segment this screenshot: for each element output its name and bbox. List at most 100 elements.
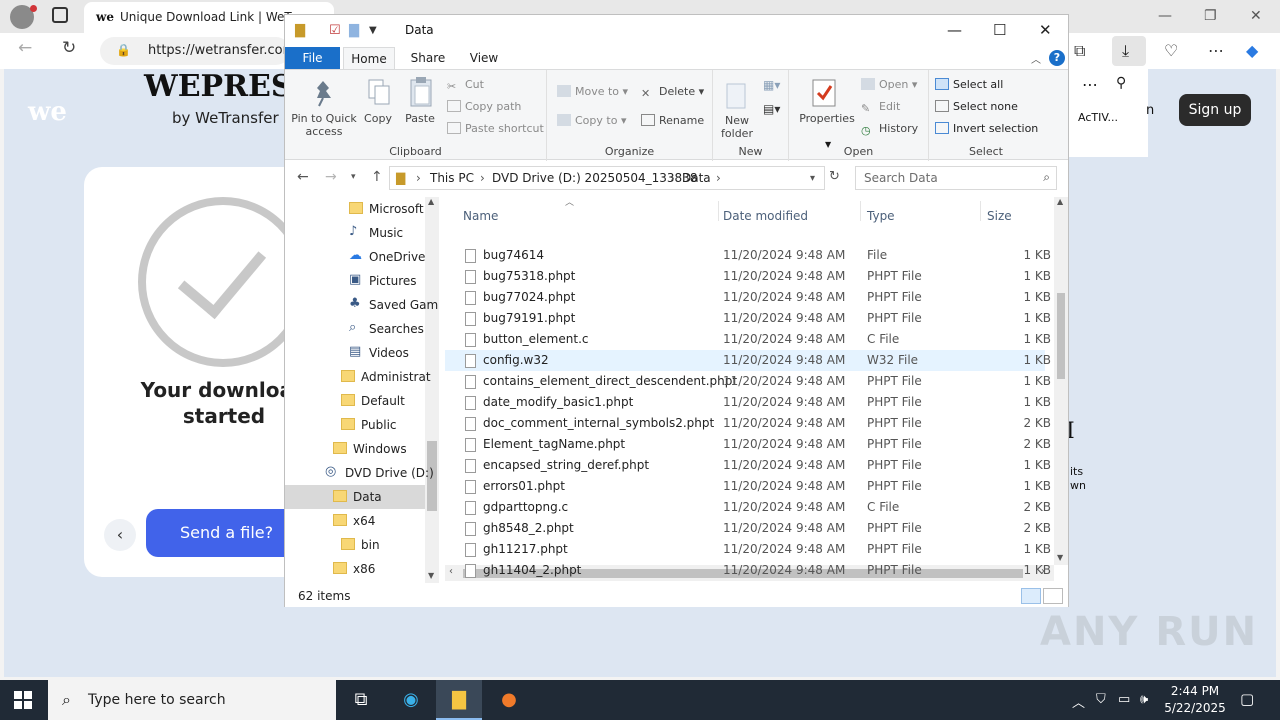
select-none-button[interactable]: Select none [935,100,1018,113]
collapse-ribbon-icon[interactable]: ︿ [1031,51,1041,66]
column-separator[interactable] [860,201,861,221]
navigation-scrollbar[interactable]: ▲ ▼ [425,197,439,583]
edit-button[interactable]: ✎ Edit [861,100,900,115]
invert-selection-button[interactable]: Invert selection [935,122,1038,135]
copilot-icon[interactable]: ◆ [1246,41,1258,60]
file-row[interactable]: bug74614 11/20/2024 9:48 AM File 1 KB [445,245,1051,266]
send-file-button[interactable]: Send a file? [146,509,296,557]
open-button[interactable]: Open ▾ [861,78,917,91]
nav-item[interactable]: ⌕ Searches [285,317,425,341]
nav-item[interactable]: Default [285,389,425,413]
forward-arrow-icon[interactable]: → [325,169,337,185]
file-row[interactable]: errors01.phpt 11/20/2024 9:48 AM PHPT File… [445,476,1051,497]
nav-item[interactable]: Public [285,413,425,437]
scroll-down-icon[interactable]: ▼ [428,571,434,580]
refresh-icon[interactable]: ↻ [829,169,840,184]
copy-to-button[interactable]: Copy to ▾ [557,114,626,127]
file-row[interactable]: encapsed_string_deref.phpt 11/20/2024 9:4… [445,455,1051,476]
browser-restore-button[interactable]: ❐ [1204,8,1217,24]
explorer-minimize-button[interactable]: — [947,21,962,39]
new-folder-icon[interactable]: ▇ [349,23,359,38]
file-row[interactable]: button_element.c 11/20/2024 9:48 AM C File… [445,329,1051,350]
column-date-modified[interactable]: Date modified [723,209,808,223]
back-arrow-icon[interactable]: ‹ [104,519,136,551]
column-type[interactable]: Type [867,209,895,223]
address-bar[interactable]: 🔒 https://wetransfer.com [100,37,295,65]
file-row[interactable]: gh11217.phpt 11/20/2024 9:48 AM PHPT File 1… [445,539,1051,560]
file-row[interactable]: bug75318.phpt 11/20/2024 9:48 AM PHPT File… [445,266,1051,287]
security-icon[interactable]: ⛉ [1096,692,1106,707]
scroll-up-icon[interactable]: ▲ [1057,197,1063,206]
history-button[interactable]: ◷ History [861,122,918,137]
recent-locations-icon[interactable]: ▾ [351,172,356,182]
back-arrow-icon[interactable]: ← [297,169,309,185]
nav-item[interactable]: ▤ Videos [285,341,425,365]
nav-item[interactable]: ♣ Saved Gam [285,293,438,317]
file-row[interactable]: bug77024.phpt 11/20/2024 9:48 AM PHPT File… [445,287,1051,308]
rename-button[interactable]: Rename [641,114,704,127]
collections-icon[interactable]: ⧉ [1074,41,1085,61]
more-icon[interactable]: ⋯ [1208,41,1224,60]
pin-quick-access-button[interactable]: Pin to Quick access [289,112,359,138]
task-view-icon[interactable]: ⧉ [338,680,384,720]
file-row[interactable]: doc_comment_internal_symbols2.phpt 11/20/… [445,413,1051,434]
signup-button[interactable]: Sign up [1179,94,1251,126]
cut-button[interactable]: ✂ Cut [447,78,484,93]
nav-item[interactable]: ♪ Music [285,221,425,245]
tab-home[interactable]: Home [343,47,395,69]
paste-button[interactable]: Paste [399,112,441,125]
downloads-button[interactable]: ⤓ [1112,36,1146,66]
start-windows-icon[interactable] [14,691,32,709]
edge-icon[interactable]: ◉ [388,680,434,720]
performance-icon[interactable]: ♡ [1164,41,1178,60]
file-row[interactable]: Element_tagName.phpt 11/20/2024 9:48 AM PH… [445,434,1051,455]
tab-view[interactable]: View [459,47,509,69]
file-row[interactable]: gh11404_2.phpt 11/20/2024 9:48 AM PHPT Fil… [445,560,1051,581]
breadcrumb-data[interactable]: Data [682,171,711,185]
breadcrumb[interactable]: ▇ › This PC › DVD Drive (D:) 20250504_13… [389,166,825,190]
nav-item[interactable]: ◎ DVD Drive (D:) [285,461,434,485]
file-row[interactable]: contains_element_direct_descendent.phpt 1… [445,371,1051,392]
tray-chevron-icon[interactable]: ︿ [1072,692,1085,711]
nav-item[interactable]: Administrat [285,365,431,389]
select-all-button[interactable]: Select all [935,78,1003,91]
file-row[interactable]: bug79191.phpt 11/20/2024 9:48 AM PHPT File… [445,308,1051,329]
customize-qat-icon[interactable]: ▼ [369,25,377,36]
copy-path-button[interactable]: Copy path [447,100,521,113]
scroll-down-icon[interactable]: ▼ [1057,553,1063,562]
we-logo[interactable]: we [28,97,67,127]
clock[interactable]: 2:44 PM 5/22/2025 [1160,683,1230,717]
delete-button[interactable]: ✕ Delete ▾ [641,85,704,100]
file-list-scrollbar[interactable]: ▲ ▼ [1054,197,1068,565]
tab-file[interactable]: File [285,47,340,69]
file-row[interactable]: config.w32 11/20/2024 9:48 AM W32 File 1 KB [445,350,1051,371]
new-folder-button[interactable]: New folder [715,114,759,140]
paste-shortcut-button[interactable]: Paste shortcut [447,122,544,135]
breadcrumb-this-pc[interactable]: This PC [430,171,474,185]
nav-item[interactable]: bin [285,533,425,557]
new-item-icon[interactable]: ▦▾ [763,78,780,92]
details-view-icon[interactable] [1021,588,1041,604]
nav-item[interactable]: Microsoft [285,197,425,221]
notifications-icon[interactable]: ▢ [1240,690,1254,708]
firefox-icon[interactable]: ● [486,680,532,720]
nav-item[interactable]: Data [285,485,425,509]
pin-icon[interactable]: ⚲ [1116,75,1126,91]
network-icon[interactable]: ▭ [1118,692,1130,707]
more-options-icon[interactable]: ⋯ [1082,75,1098,94]
breadcrumb-dvd-drive[interactable]: DVD Drive (D:) 20250504_133838 [492,171,697,185]
nav-item[interactable]: Windows [285,437,425,461]
move-to-button[interactable]: Move to ▾ [557,85,628,98]
easy-access-icon[interactable]: ▤▾ [763,102,780,116]
refresh-icon[interactable]: ↻ [62,38,76,58]
up-arrow-icon[interactable]: ↑ [371,169,383,185]
nav-item[interactable]: x86 [285,557,425,581]
properties-button[interactable]: Properties [797,112,857,125]
browser-minimize-button[interactable]: — [1158,8,1172,24]
column-size[interactable]: Size [987,209,1012,223]
help-icon[interactable]: ? [1049,50,1065,66]
column-name[interactable]: Name [463,209,498,223]
back-icon[interactable]: ← [18,38,32,58]
nav-item[interactable]: ☁ OneDrive [285,245,425,269]
tab-actions-icon[interactable] [52,7,68,23]
